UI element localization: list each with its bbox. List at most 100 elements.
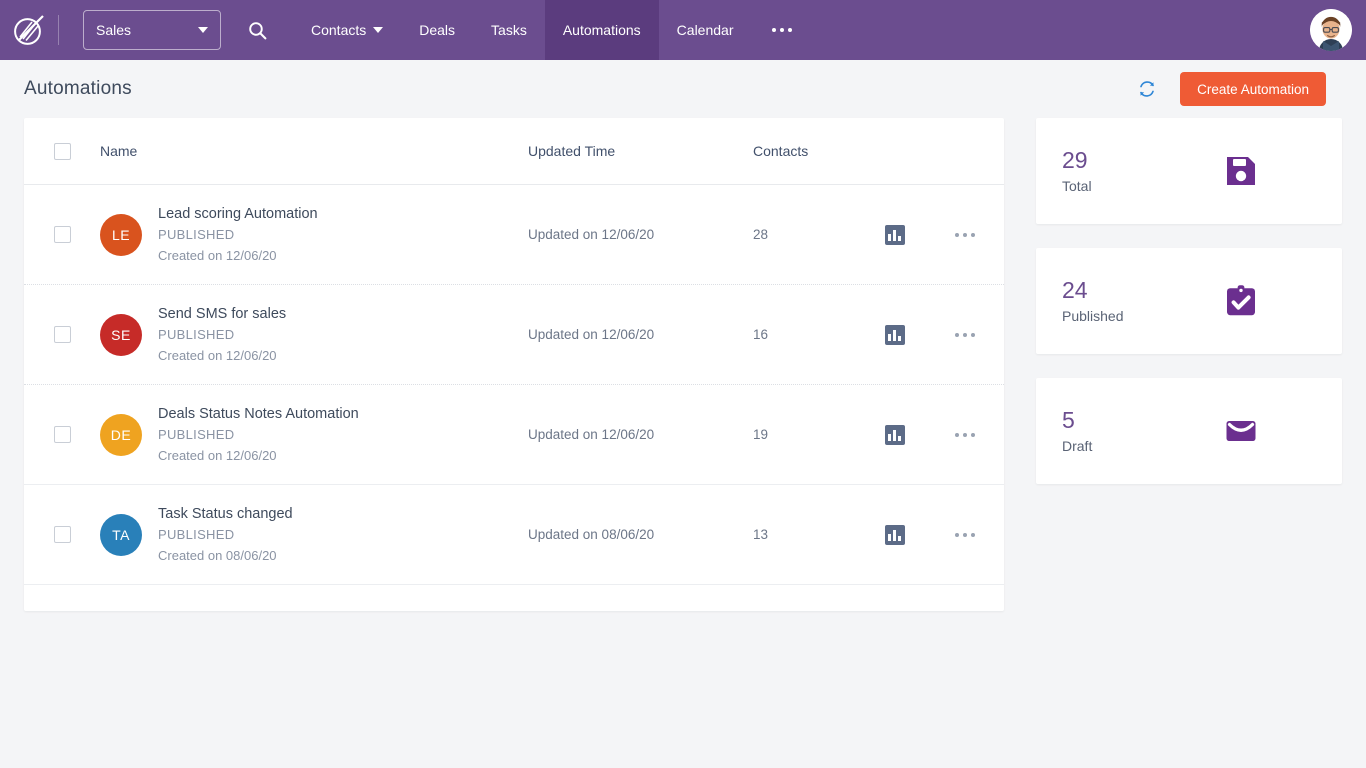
stat-label: Draft (1062, 438, 1093, 454)
column-header-name[interactable]: Name (100, 143, 528, 159)
more-horizontal-icon (771, 28, 776, 32)
row-checkbox[interactable] (53, 526, 71, 543)
nav-item-deals[interactable]: Deals (401, 0, 473, 60)
row-stats-cell (863, 424, 926, 445)
created-date: Created on 12/06/20 (158, 347, 277, 363)
updated-time: Updated on 12/06/20 (528, 427, 655, 442)
floppy-save-icon-wrap (1224, 154, 1258, 188)
status-badge: PUBLISHED (158, 226, 235, 242)
updated-time: Updated on 08/06/20 (528, 527, 655, 542)
table-row[interactable]: SE Send SMS for sales PUBLISHED Created … (24, 285, 1004, 385)
more-horizontal-icon (787, 28, 792, 32)
main-nav: Contacts Deals Tasks Automations Calenda… (293, 0, 812, 60)
more-horizontal-icon (779, 28, 784, 32)
nav-item-label: Automations (562, 22, 641, 38)
workspace-selector[interactable]: Sales (83, 10, 221, 50)
bar-chart-icon[interactable] (884, 424, 905, 445)
bar-chart-icon[interactable] (884, 224, 905, 245)
search-button[interactable] (221, 0, 293, 60)
user-avatar-icon (1310, 9, 1352, 51)
row-name-cell: SE Send SMS for sales PUBLISHED Created … (100, 304, 528, 366)
contacts-count: 28 (753, 227, 769, 242)
table-row[interactable]: LE Lead scoring Automation PUBLISHED Cre… (24, 185, 1004, 285)
chevron-down-icon (198, 27, 208, 33)
avatar-initials: LE (100, 213, 142, 256)
row-actions-cell (926, 332, 1004, 337)
page-header: Automations Create Automation (0, 60, 1366, 118)
main-content: Name Updated Time Contacts LE Lead scori… (0, 118, 1366, 611)
nav-overflow-button[interactable] (752, 0, 812, 60)
avatar[interactable] (1310, 9, 1352, 51)
table-header-row: Name Updated Time Contacts (24, 118, 1004, 185)
row-more-horizontal-icon[interactable] (955, 232, 975, 237)
row-name-cell: LE Lead scoring Automation PUBLISHED Cre… (100, 204, 528, 266)
row-checkbox[interactable] (53, 426, 71, 443)
envelope-icon-wrap (1224, 414, 1258, 448)
bar-chart-icon[interactable] (884, 324, 905, 345)
status-badge: PUBLISHED (158, 526, 235, 542)
automation-name[interactable]: Deals Status Notes Automation (158, 404, 359, 424)
chevron-down-icon (373, 27, 384, 33)
row-select-cell (24, 226, 100, 243)
row-select-cell (24, 426, 100, 443)
row-name-cell: TA Task Status changed PUBLISHED Created… (100, 504, 528, 566)
nav-item-tasks[interactable]: Tasks (473, 0, 545, 60)
nav-item-contacts[interactable]: Contacts (293, 0, 401, 60)
automation-name[interactable]: Task Status changed (158, 504, 293, 524)
stat-label: Published (1062, 308, 1124, 324)
row-stats-cell (863, 524, 926, 545)
stat-card-draft[interactable]: 5 Draft (1036, 378, 1342, 484)
app-logo[interactable] (0, 0, 58, 60)
workspace-label: Sales (96, 22, 132, 38)
floppy-save-icon (1227, 157, 1255, 185)
table-footer (24, 585, 1004, 611)
automation-name[interactable]: Send SMS for sales (158, 304, 286, 324)
nav-item-label: Calendar (676, 22, 734, 38)
row-more-horizontal-icon[interactable] (955, 332, 975, 337)
table-row[interactable]: TA Task Status changed PUBLISHED Created… (24, 485, 1004, 585)
nav-item-automations[interactable]: Automations (544, 0, 659, 60)
refresh-button[interactable] (1132, 74, 1162, 104)
top-navbar: Sales Contacts Deals Tasks Automations C… (0, 0, 1366, 60)
row-actions-cell (926, 432, 1004, 437)
create-automation-button[interactable]: Create Automation (1180, 72, 1326, 106)
envelope-icon (1226, 421, 1256, 441)
row-stats-cell (863, 224, 926, 245)
row-more-horizontal-icon[interactable] (955, 432, 975, 437)
created-date: Created on 12/06/20 (158, 447, 277, 463)
row-stats-cell (863, 324, 926, 345)
bar-chart-icon[interactable] (884, 524, 905, 545)
nav-item-calendar[interactable]: Calendar (659, 0, 752, 60)
nav-item-label: Tasks (491, 22, 527, 38)
column-header-updated-time[interactable]: Updated Time (528, 143, 753, 159)
row-name-cell: DE Deals Status Notes Automation PUBLISH… (100, 404, 528, 466)
stat-card-published[interactable]: 24 Published (1036, 248, 1342, 354)
created-date: Created on 08/06/20 (158, 547, 277, 563)
stat-value: 29 (1062, 147, 1088, 173)
updated-time: Updated on 12/06/20 (528, 227, 655, 242)
row-actions-cell (926, 232, 1004, 237)
stat-card-total[interactable]: 29 Total (1036, 118, 1342, 224)
contacts-count: 16 (753, 327, 769, 342)
automations-table: Name Updated Time Contacts LE Lead scori… (24, 118, 1004, 611)
avatar-initials: SE (100, 313, 142, 356)
row-checkbox[interactable] (53, 326, 71, 343)
clipboard-check-icon-wrap (1224, 284, 1258, 318)
select-all-checkbox[interactable] (53, 142, 71, 160)
table-row[interactable]: DE Deals Status Notes Automation PUBLISH… (24, 385, 1004, 485)
search-icon (248, 21, 266, 39)
dart-circle-logo-icon (14, 15, 44, 45)
row-more-horizontal-icon[interactable] (955, 532, 975, 537)
automation-name[interactable]: Lead scoring Automation (158, 204, 318, 224)
navbar-divider (58, 15, 59, 45)
avatar-initials: DE (100, 413, 142, 456)
page-title: Automations (24, 78, 132, 99)
status-badge: PUBLISHED (158, 326, 235, 342)
stats-sidebar: 29 Total 24 Published 5 Draft (1036, 118, 1342, 484)
column-header-contacts[interactable]: Contacts (753, 143, 863, 159)
avatar-initials: TA (100, 513, 142, 556)
contacts-count: 13 (753, 527, 769, 542)
nav-item-label: Contacts (311, 22, 367, 38)
row-checkbox[interactable] (53, 226, 71, 243)
row-select-cell (24, 526, 100, 543)
